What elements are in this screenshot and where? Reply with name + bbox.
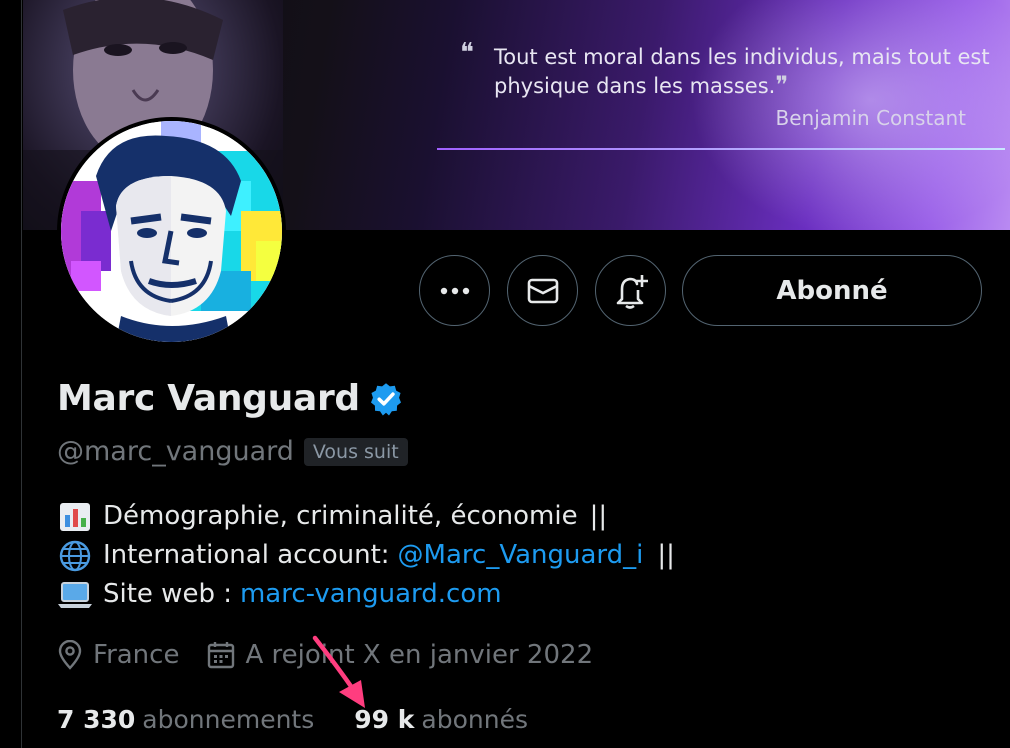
bell-plus-icon (616, 274, 648, 309)
bio-separator-2: || (657, 540, 675, 570)
international-account-link[interactable]: @Marc_Vanguard_i (398, 536, 644, 575)
profile-bio: Démographie, criminalité, économie || In… (57, 497, 675, 614)
more-button[interactable] (419, 255, 490, 326)
notifications-button[interactable] (595, 255, 666, 326)
follows-you-badge: Vous suit (303, 437, 408, 466)
location-pin-icon (58, 640, 82, 670)
followers-label: abonnés (421, 705, 528, 734)
calendar-icon (208, 642, 235, 669)
bio-line-1: Démographie, criminalité, économie || (57, 497, 675, 536)
joined-date-text: A rejoint X en janvier 2022 (245, 640, 594, 670)
globe-emoji-icon (59, 540, 91, 571)
message-button[interactable] (507, 255, 578, 326)
following-label: abonnements (142, 705, 315, 734)
location-text: France (93, 640, 180, 670)
bio-website-label: Site web : (103, 579, 232, 609)
bio-separator-1: || (589, 501, 608, 531)
left-border (0, 0, 22, 748)
profile-avatar[interactable] (57, 117, 286, 346)
followers-stat[interactable]: 99 k abonnés (354, 705, 528, 734)
quote-open-mark: ❝ (460, 38, 474, 68)
following-count: 7 330 (57, 705, 136, 734)
following-stat[interactable]: 7 330 abonnements (57, 705, 314, 734)
verified-badge-icon (370, 382, 401, 415)
quote-divider (437, 148, 1005, 150)
bio-line-2: International account: @Marc_Vanguard_i … (57, 536, 675, 575)
envelope-icon (527, 278, 558, 303)
quote-text: Tout est moral dans les individus, mais … (494, 45, 990, 99)
bar-chart-emoji-icon (60, 502, 90, 531)
bio-line-3: Site web : marc-vanguard.com (57, 575, 675, 614)
more-horizontal-icon (440, 287, 469, 294)
bio-topics-text: Démographie, criminalité, économie (103, 501, 578, 531)
location-item: France (57, 640, 179, 670)
following-button[interactable]: Abonné (682, 255, 982, 326)
joined-item: A rejoint X en janvier 2022 (207, 640, 593, 670)
quote-author: Benjamin Constant (775, 106, 967, 130)
handle-row: @marc_vanguard Vous suit (57, 436, 408, 467)
annotation-arrow-icon (312, 635, 365, 708)
user-handle: @marc_vanguard (57, 436, 294, 467)
name-row: Marc Vanguard (57, 378, 404, 419)
bio-international-text: International account: (103, 540, 390, 570)
laptop-emoji-icon (58, 581, 92, 608)
display-name: Marc Vanguard (57, 378, 360, 419)
website-link[interactable]: marc-vanguard.com (240, 575, 502, 614)
